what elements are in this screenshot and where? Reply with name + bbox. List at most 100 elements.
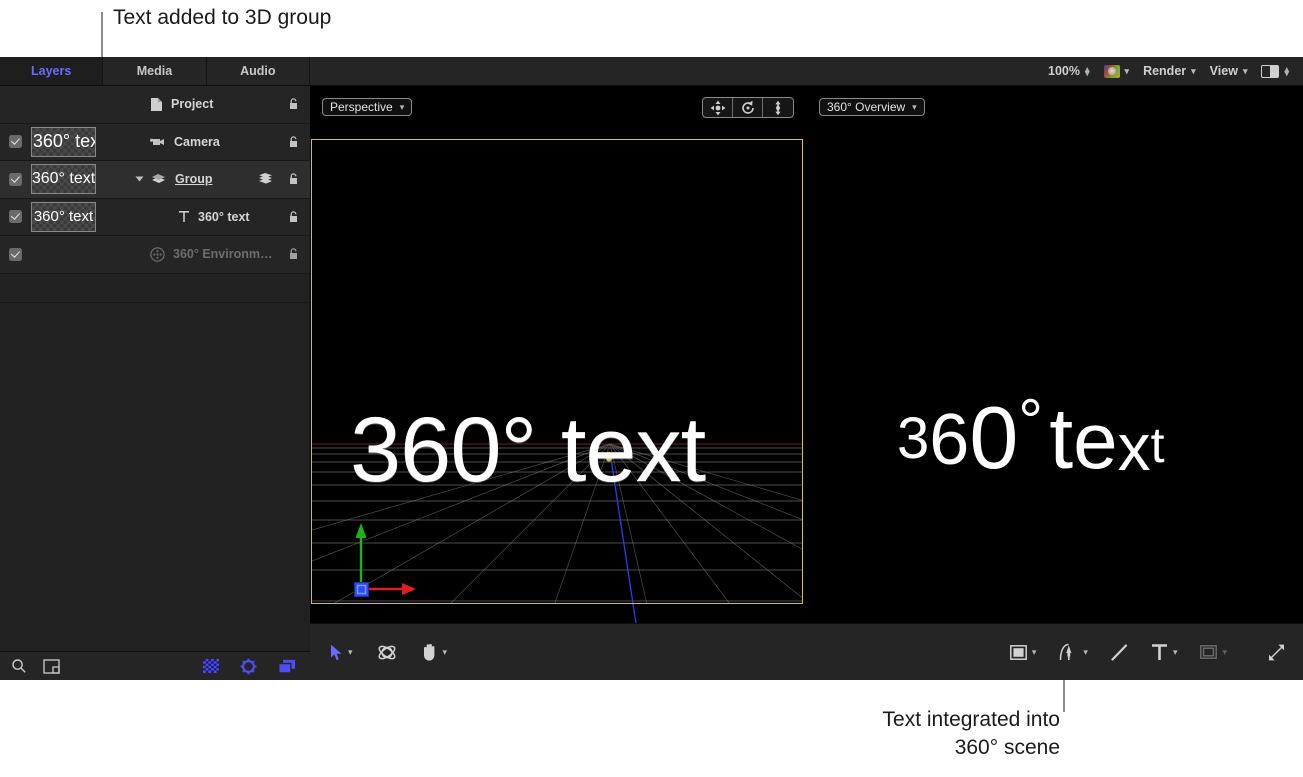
viewport-perspective[interactable]: 360° text Perspective ▾ bbox=[310, 86, 807, 652]
panel-tabbar: Layers Media Audio bbox=[0, 57, 310, 86]
tab-audio[interactable]: Audio bbox=[207, 57, 310, 85]
visibility-checkbox-cell[interactable] bbox=[0, 173, 31, 186]
layer-thumbnail: 360° text bbox=[31, 202, 96, 232]
split-view-control[interactable]: ▴▾ bbox=[1261, 65, 1289, 78]
document-icon bbox=[150, 97, 163, 112]
viewport-text-right: 360° text bbox=[897, 386, 1165, 489]
chevron-down-icon[interactable] bbox=[136, 177, 144, 182]
pan-3d-icon[interactable] bbox=[703, 98, 733, 117]
lock-open-icon[interactable] bbox=[276, 135, 310, 149]
lock-open-icon[interactable] bbox=[276, 247, 310, 261]
lock-open-icon[interactable] bbox=[276, 97, 310, 111]
checkerboard-icon[interactable] bbox=[203, 659, 219, 673]
layer-thumbnail-text: 360° text bbox=[33, 131, 96, 152]
lock-open-icon[interactable] bbox=[276, 210, 310, 224]
stepper-icon[interactable]: ▴▾ bbox=[1284, 67, 1289, 75]
axis-gizmo[interactable] bbox=[310, 86, 807, 652]
orbit-3d-icon[interactable] bbox=[733, 98, 763, 117]
chevron-down-icon[interactable]: ▾ bbox=[1032, 647, 1037, 658]
layer-thumbnail-cell: 360° text bbox=[31, 164, 106, 194]
callout-top-text: Text added to 3D group bbox=[113, 4, 331, 32]
render-menu[interactable]: Render ▾ bbox=[1143, 64, 1196, 78]
render-quality-control[interactable]: ▾ bbox=[1104, 65, 1130, 78]
render-quality-icon bbox=[1104, 65, 1120, 78]
layer-thumbnail-text: 360° text bbox=[34, 208, 93, 225]
layers-bottom-toolbar bbox=[0, 651, 310, 680]
layers-empty-area bbox=[0, 302, 310, 651]
lock-open-icon[interactable] bbox=[276, 172, 310, 186]
visibility-checkbox-cell[interactable] bbox=[0, 248, 31, 261]
chevron-down-icon[interactable]: ▾ bbox=[348, 647, 353, 658]
layer-name: Project bbox=[171, 97, 213, 111]
zoom-level-control[interactable]: 100% ▴▾ bbox=[1048, 64, 1090, 78]
callout-bottom-text: Text integrated into 360° scene bbox=[808, 706, 1060, 762]
view-menu[interactable]: View ▾ bbox=[1210, 64, 1248, 78]
camera-selector-left[interactable]: Perspective ▾ bbox=[322, 98, 412, 116]
visibility-checkbox[interactable] bbox=[9, 248, 22, 261]
disclosure-cell[interactable] bbox=[106, 175, 142, 183]
environment-360-icon bbox=[150, 247, 165, 262]
stepper-icon[interactable]: ▴▾ bbox=[1085, 67, 1090, 75]
camera-selector-right[interactable]: 360° Overview ▾ bbox=[819, 98, 925, 116]
bezier-tool[interactable]: ▾ bbox=[1059, 643, 1088, 662]
zoom-level-value: 100% bbox=[1048, 64, 1080, 78]
text-layer-icon bbox=[178, 210, 190, 223]
new-group-icon[interactable] bbox=[43, 659, 60, 674]
filters-icon[interactable] bbox=[278, 659, 296, 674]
viewport-360-overview[interactable]: 360° text 360° Overview ▾ bbox=[807, 86, 1303, 652]
chevron-down-icon[interactable]: ▾ bbox=[1222, 647, 1227, 658]
group-3d-icon bbox=[150, 173, 167, 185]
camera-selector-right-label: 360° Overview bbox=[827, 100, 905, 114]
camera-icon bbox=[150, 136, 166, 148]
canvas-top-toolbar: 100% ▴▾ ▾ Render ▾ View ▾ ▴▾ bbox=[310, 57, 1303, 86]
screenshot-root: Text added to 3D group Text integrated i… bbox=[0, 0, 1303, 777]
chevron-down-icon: ▾ bbox=[1243, 66, 1248, 77]
canvas-bottom-toolbar: ▾ ▾ ▾ ▾ bbox=[310, 623, 1303, 680]
behaviors-icon[interactable] bbox=[240, 658, 257, 675]
shape-tool[interactable]: ▾ bbox=[1010, 645, 1037, 660]
chevron-down-icon[interactable]: ▾ bbox=[1173, 647, 1178, 658]
render-menu-label: Render bbox=[1143, 64, 1186, 78]
layer-name: Camera bbox=[174, 135, 220, 149]
pan-tool[interactable]: ▾ bbox=[421, 643, 448, 661]
layer-thumbnail: 360° text bbox=[31, 164, 96, 194]
table-row[interactable]: 360° Environm… bbox=[0, 236, 310, 274]
visibility-checkbox[interactable] bbox=[9, 135, 22, 148]
transform-3d-tool[interactable] bbox=[377, 643, 397, 662]
split-view-icon bbox=[1261, 65, 1279, 78]
layer-thumbnail-cell: 360° text bbox=[31, 202, 106, 232]
layer-thumbnail-cell: 360° text bbox=[31, 127, 106, 157]
line-tool[interactable] bbox=[1111, 644, 1128, 661]
layers-list: Project 360° text bbox=[0, 86, 310, 651]
resize-handle-icon[interactable] bbox=[1250, 643, 1303, 662]
search-icon[interactable] bbox=[11, 658, 27, 674]
chevron-down-icon[interactable]: ▾ bbox=[1083, 647, 1088, 658]
viewports-container: 360° text Perspective ▾ bbox=[310, 86, 1303, 652]
layer-thumbnail-text: 360° text bbox=[32, 170, 95, 188]
view-menu-label: View bbox=[1210, 64, 1238, 78]
visibility-checkbox-cell[interactable] bbox=[0, 135, 31, 148]
3d-stack-icon[interactable] bbox=[256, 173, 276, 185]
layer-name: 360° Environm… bbox=[173, 247, 272, 261]
canvas-area: 100% ▴▾ ▾ Render ▾ View ▾ ▴▾ bbox=[310, 57, 1303, 680]
visibility-checkbox-cell[interactable] bbox=[0, 210, 31, 223]
chevron-down-icon: ▾ bbox=[912, 102, 917, 113]
table-row[interactable]: 360° text Group bbox=[0, 161, 310, 199]
chevron-down-icon: ▾ bbox=[1191, 66, 1196, 77]
table-row[interactable]: 360° text 360° text bbox=[0, 199, 310, 237]
visibility-checkbox[interactable] bbox=[9, 210, 22, 223]
mask-tool[interactable]: ▾ bbox=[1200, 645, 1227, 659]
text-tool[interactable]: ▾ bbox=[1151, 643, 1178, 661]
tab-layers[interactable]: Layers bbox=[0, 57, 103, 85]
chevron-down-icon: ▾ bbox=[1125, 66, 1130, 77]
view-controls-group[interactable] bbox=[702, 97, 794, 118]
visibility-checkbox[interactable] bbox=[9, 173, 22, 186]
table-row[interactable]: Project bbox=[0, 86, 310, 124]
chevron-down-icon[interactable]: ▾ bbox=[443, 647, 448, 658]
table-row[interactable]: 360° text Camera bbox=[0, 124, 310, 162]
motion-app-window: Layers Media Audio Project bbox=[0, 57, 1303, 680]
tab-media[interactable]: Media bbox=[103, 57, 206, 85]
layer-thumbnail: 360° text bbox=[31, 127, 96, 157]
dolly-3d-icon[interactable] bbox=[763, 98, 793, 117]
select-tool[interactable]: ▾ bbox=[330, 644, 353, 661]
